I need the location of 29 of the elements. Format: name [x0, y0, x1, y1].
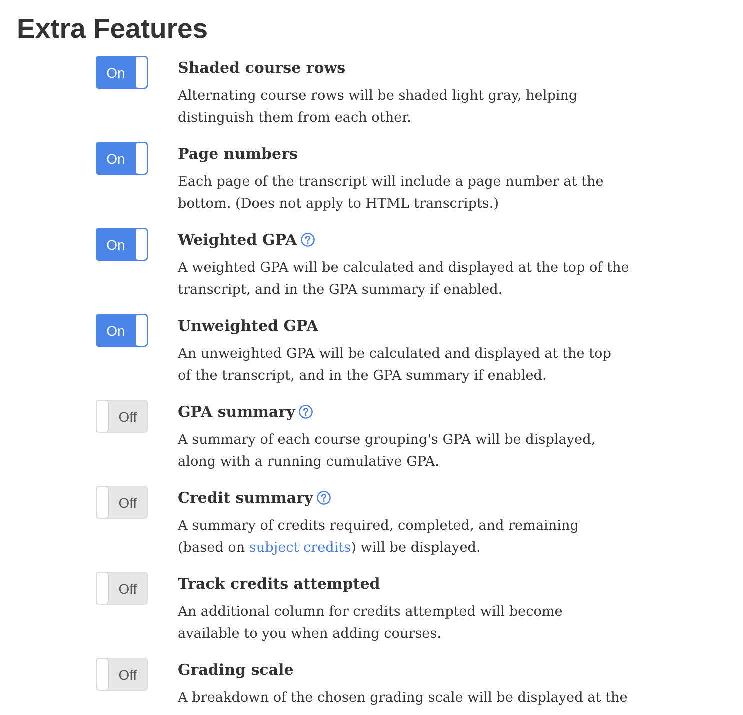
toggle-switch[interactable]: Off [96, 486, 148, 519]
toggle-switch[interactable]: On [96, 56, 148, 89]
section-heading: Extra Features [17, 12, 208, 45]
subject-credits-link[interactable]: subject credits [249, 540, 352, 556]
toggle-switch[interactable]: Off [96, 572, 148, 605]
feature-title: GPA summary [178, 402, 296, 423]
feature-title: Track credits attempted [178, 574, 380, 595]
feature-description: A weighted GPA will be calculated and displayed at the top of the transcript, and in the GPA summary if enabled. [178, 259, 630, 300]
feature-description: A summary of each course grouping's GPA will be displayed, along with a running cumulative GPA. [178, 431, 596, 472]
toggle-switch[interactable]: Off [96, 400, 148, 433]
toggle-switch[interactable]: On [96, 142, 148, 175]
feature-title: Weighted GPA [178, 230, 298, 251]
feature-description: An additional column for credits attempted will become available to you when adding courses. [178, 603, 563, 644]
toggle-switch[interactable]: On [96, 228, 148, 261]
help-icon[interactable] [317, 491, 332, 505]
feature-description: Alternating course rows will be shaded light gray, helping distinguish them from each other. [178, 87, 578, 128]
toggle-switch[interactable]: Off [96, 658, 148, 691]
feature-title: Grading scale [178, 660, 294, 681]
feature-description: Each page of the transcript will include a page number at the bottom. (Does not apply to HTML transcripts.) [178, 173, 604, 214]
feature-description: A summary of credits required, completed, and remaining (based on subject credits) will be displayed. [178, 517, 579, 558]
feature-description: A breakdown of the chosen grading scale will be displayed at the [178, 689, 628, 708]
feature-title: Page numbers [178, 144, 298, 165]
feature-title: Shaded course rows [178, 58, 346, 79]
toggle-switch[interactable]: On [96, 314, 148, 347]
feature-description: An unweighted GPA will be calculated and displayed at the top of the transcript, and in the GPA summary if enabled. [178, 345, 612, 386]
feature-title: Credit summary [178, 488, 314, 509]
help-icon[interactable] [299, 405, 314, 419]
help-icon[interactable] [301, 233, 316, 247]
feature-title: Unweighted GPA [178, 316, 318, 337]
